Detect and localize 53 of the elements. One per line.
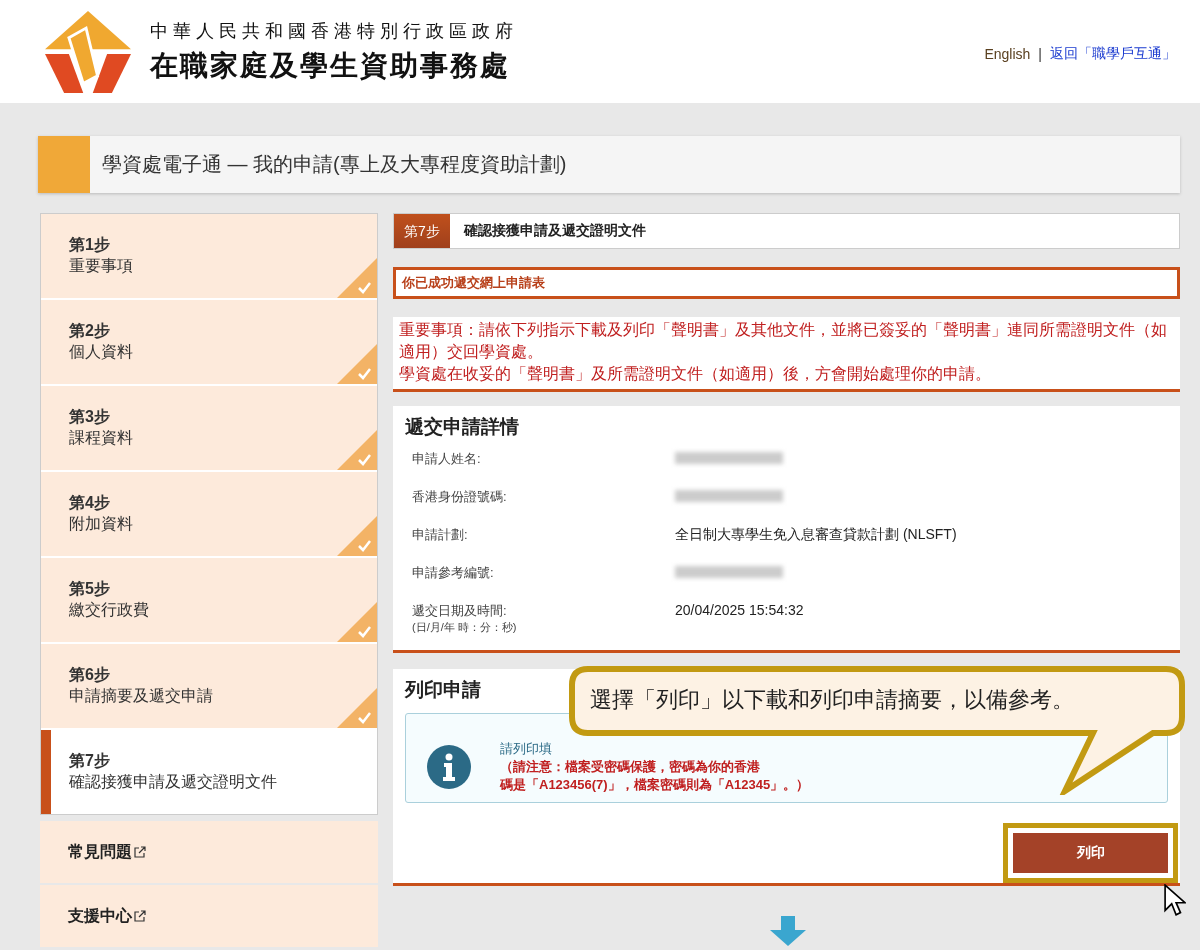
field-label: 申請計劃: xyxy=(412,526,469,544)
step-number: 第3步 xyxy=(69,407,111,427)
step-number: 第6步 xyxy=(69,665,111,685)
section-title: 遞交申請詳情 xyxy=(405,415,519,439)
step-item[interactable]: 第6步 申請摘要及遞交申請 xyxy=(41,644,377,728)
separator: | xyxy=(1038,45,1042,62)
step-title: 重要事項 xyxy=(69,256,134,276)
step-title: 課程資料 xyxy=(69,428,134,448)
info-text: 請列印填 xyxy=(500,740,553,758)
step-badge: 第7步 xyxy=(394,214,450,248)
warning-text: 碼是「A123456(7)」，檔案密碼則為「A12345」。） xyxy=(500,776,810,794)
sidebar-link[interactable]: 常見問題 xyxy=(40,821,378,883)
success-message: 你已成功遞交網上申請表 xyxy=(393,267,1180,299)
agency-name: 在職家庭及學生資助事務處 xyxy=(150,48,511,83)
print-button[interactable]: 列印 xyxy=(1013,833,1168,873)
external-link-icon xyxy=(134,910,146,922)
language-link[interactable]: English xyxy=(984,45,1031,62)
step-title: 個人資料 xyxy=(69,342,134,362)
step-item[interactable]: 第4步 附加資料 xyxy=(41,472,377,556)
step-item[interactable]: 第1步 重要事項 xyxy=(41,214,377,298)
notice-text: 重要事項：請依下列指示下載及列印「聲明書」及其他文件，並將已簽妥的「聲明書」連同所需證明文件（如適用）交回學資處。 xyxy=(399,320,1168,362)
field-value: 20/04/2025 15:54:32 xyxy=(675,602,804,620)
section-title: 列印申請 xyxy=(405,678,481,702)
step-number: 第2步 xyxy=(69,321,111,341)
page-title: 學資處電子通 — 我的申請(專上及大專程度資助計劃) xyxy=(102,152,567,177)
step-header-title: 確認接獲申請及遞交證明文件 xyxy=(463,222,646,240)
step-title: 確認接獲申請及遞交證明文件 xyxy=(69,772,278,792)
field-label: 香港身份證號碼: xyxy=(412,488,508,506)
step-number: 第1步 xyxy=(69,235,111,255)
back-link[interactable]: 返回「職學戶互通」 xyxy=(1050,44,1176,63)
sidebar-link[interactable]: 支援中心 xyxy=(40,885,378,947)
field-label: 遞交日期及時間: xyxy=(412,602,508,620)
external-link-icon xyxy=(134,846,146,858)
field-note: (日/月/年 時：分：秒) xyxy=(412,620,518,635)
down-arrow-icon xyxy=(768,916,808,946)
title-accent xyxy=(38,136,90,193)
info-icon xyxy=(426,744,472,790)
field-label: 申請人姓名: xyxy=(412,450,482,468)
step-item[interactable]: 第2步 個人資料 xyxy=(41,300,377,384)
step-number: 第5步 xyxy=(69,579,111,599)
step-title: 申請摘要及遞交申請 xyxy=(69,686,214,706)
step-number: 第7步 xyxy=(69,751,111,771)
step-number: 第4步 xyxy=(69,493,111,513)
government-name: 中華人民共和國香港特別行政區政府 xyxy=(150,19,518,43)
notice-text: 學資處在收妥的「聲明書」及所需證明文件（如適用）後，方會開始處理你的申請。 xyxy=(399,364,992,384)
field-label: 申請參考編號: xyxy=(412,564,495,582)
step-title: 附加資料 xyxy=(69,514,134,534)
step-item[interactable]: 第5步 繳交行政費 xyxy=(41,558,377,642)
step-item[interactable]: 第3步 課程資料 xyxy=(41,386,377,470)
callout-text: 選擇「列印」以下載和列印申請摘要，以備參考。 xyxy=(590,686,1074,714)
field-value: 全日制大專學生免入息審查貸款計劃 (NLSFT) xyxy=(675,526,957,544)
warning-text: （請注意：檔案受密碼保護，密碼為你的香港 xyxy=(500,758,761,776)
step-title: 繳交行政費 xyxy=(69,600,150,620)
